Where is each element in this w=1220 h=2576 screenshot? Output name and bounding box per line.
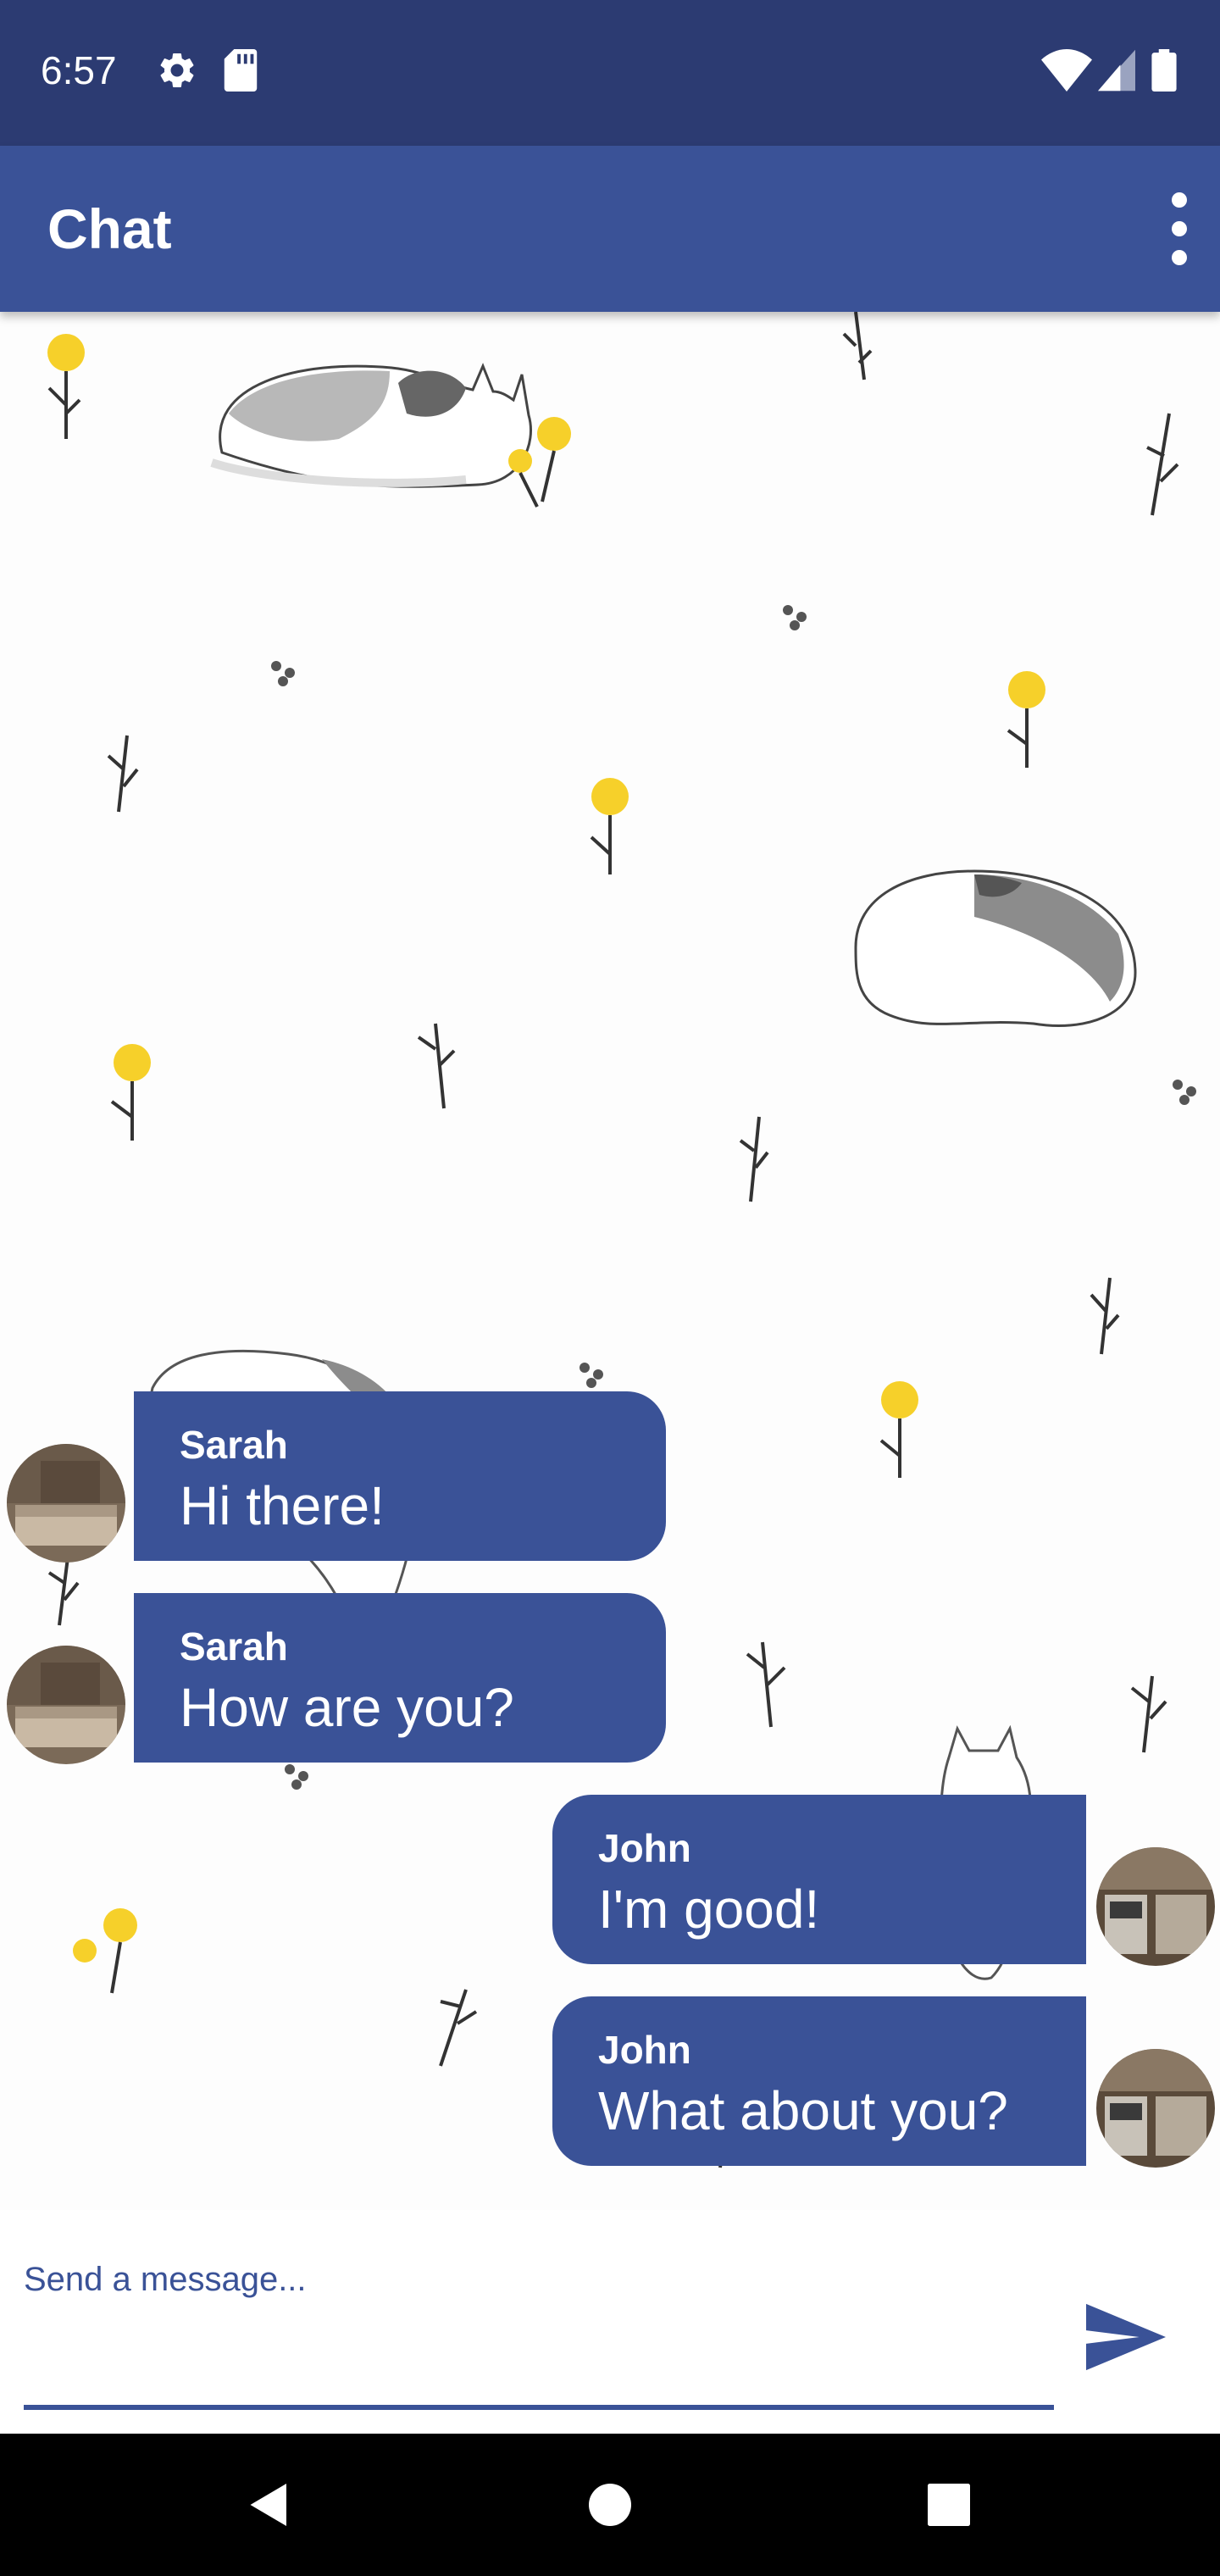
message-row: Sarah How are you? [0,1593,678,1764]
status-time: 6:57 [41,48,117,92]
message-text: How are you? [180,1677,514,1738]
sd-card-icon [224,49,258,92]
battery-icon [1151,49,1177,92]
avatar-john[interactable] [1096,2049,1215,2168]
avatar-sarah[interactable] [7,1646,125,1764]
status-bar: 6:57 [0,0,1220,146]
recents-icon[interactable] [923,2479,974,2530]
back-icon[interactable] [244,2479,295,2530]
send-icon[interactable] [1086,2303,1166,2371]
avatar-john[interactable] [1096,1847,1215,1966]
message-row: Sarah Hi there! [0,1391,678,1563]
avatar-sarah[interactable] [7,1444,125,1563]
message-sender: John [598,2028,691,2072]
gear-icon [160,53,194,87]
message-row: John What about you? [542,1996,1220,2168]
message-text: Hi there! [180,1475,385,1536]
input-underline [24,2405,1054,2410]
message-bubble[interactable]: Sarah How are you? [134,1593,666,1763]
message-composer [0,2210,1220,2434]
app-bar: Chat [0,146,1220,312]
message-bubble[interactable]: Sarah Hi there! [134,1391,666,1561]
cat-illustration [210,363,532,488]
page-title: Chat [47,197,172,260]
more-vert-icon[interactable] [1159,190,1200,268]
chat-area: Sarah Hi there! Sarah How are you? John … [0,312,1220,2210]
home-icon[interactable] [585,2479,635,2530]
signal-icon [1098,49,1135,92]
message-row: John I'm good! [542,1795,1220,1966]
message-bubble[interactable]: John I'm good! [552,1795,1086,1964]
message-sender: Sarah [180,1423,288,1467]
message-text: What about you? [598,2080,1008,2141]
wifi-icon [1041,49,1092,92]
message-input[interactable] [24,2244,1054,2315]
navigation-bar [0,2434,1220,2576]
message-sender: John [598,1826,691,1870]
cat-illustration [854,869,1137,1027]
message-text: I'm good! [598,1879,820,1940]
message-bubble[interactable]: John What about you? [552,1996,1086,2166]
message-sender: Sarah [180,1624,288,1668]
